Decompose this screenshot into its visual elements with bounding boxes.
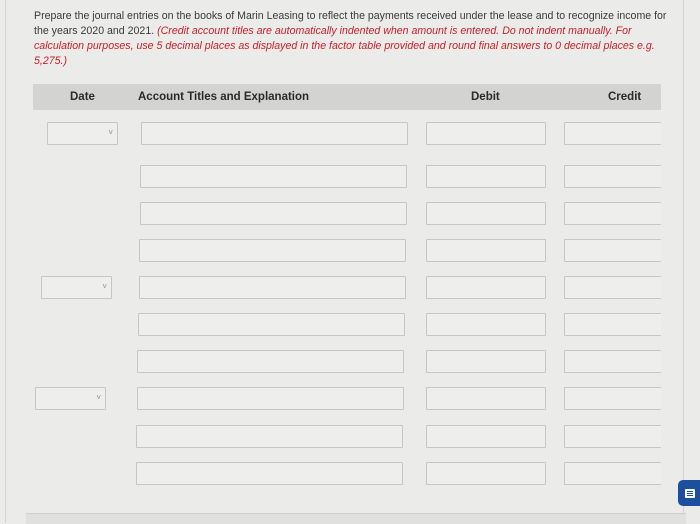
debit-input[interactable] [426,425,546,448]
account-title-input[interactable] [140,165,407,188]
credit-input[interactable] [564,387,661,410]
account-title-input[interactable] [136,462,403,485]
credit-input[interactable] [564,350,661,373]
header-credit: Credit [608,91,642,103]
credit-input[interactable] [564,202,661,225]
chevron-down-icon: ˅ [102,282,107,291]
account-title-input[interactable] [139,239,406,262]
credit-input[interactable] [564,462,661,485]
table-header: Date Account Titles and Explanation Debi… [33,84,661,110]
account-title-input[interactable] [139,276,406,299]
debit-input[interactable] [426,165,546,188]
debit-input[interactable] [426,276,546,299]
chat-button[interactable] [678,480,700,506]
instructions: Prepare the journal entries on the books… [34,9,674,69]
debit-input[interactable] [426,350,546,373]
credit-input[interactable] [564,276,661,299]
header-account: Account Titles and Explanation [138,91,310,103]
account-title-input[interactable] [136,425,403,448]
debit-input[interactable] [426,313,546,336]
date-select[interactable]: ˅ [41,276,112,299]
date-select[interactable]: ˅ [35,387,106,410]
chevron-down-icon: ˅ [108,128,113,137]
chat-icon [685,488,695,498]
date-select[interactable]: ˅ [47,122,118,145]
account-title-input[interactable] [141,122,408,145]
account-title-input[interactable] [137,350,404,373]
debit-input[interactable] [426,239,546,262]
credit-input[interactable] [564,239,661,262]
header-debit: Debit [471,91,500,103]
credit-input[interactable] [564,165,661,188]
credit-input[interactable] [564,122,661,145]
account-title-input[interactable] [140,202,407,225]
account-title-input[interactable] [137,387,404,410]
left-divider [5,0,6,523]
debit-input[interactable] [426,122,546,145]
chevron-down-icon: ˅ [96,393,101,402]
credit-input[interactable] [564,425,661,448]
debit-input[interactable] [426,202,546,225]
header-date: Date [70,91,95,103]
debit-input[interactable] [426,462,546,485]
right-divider [683,0,684,523]
account-title-input[interactable] [138,313,405,336]
bottom-bar [26,513,686,524]
debit-input[interactable] [426,387,546,410]
credit-input[interactable] [564,313,661,336]
